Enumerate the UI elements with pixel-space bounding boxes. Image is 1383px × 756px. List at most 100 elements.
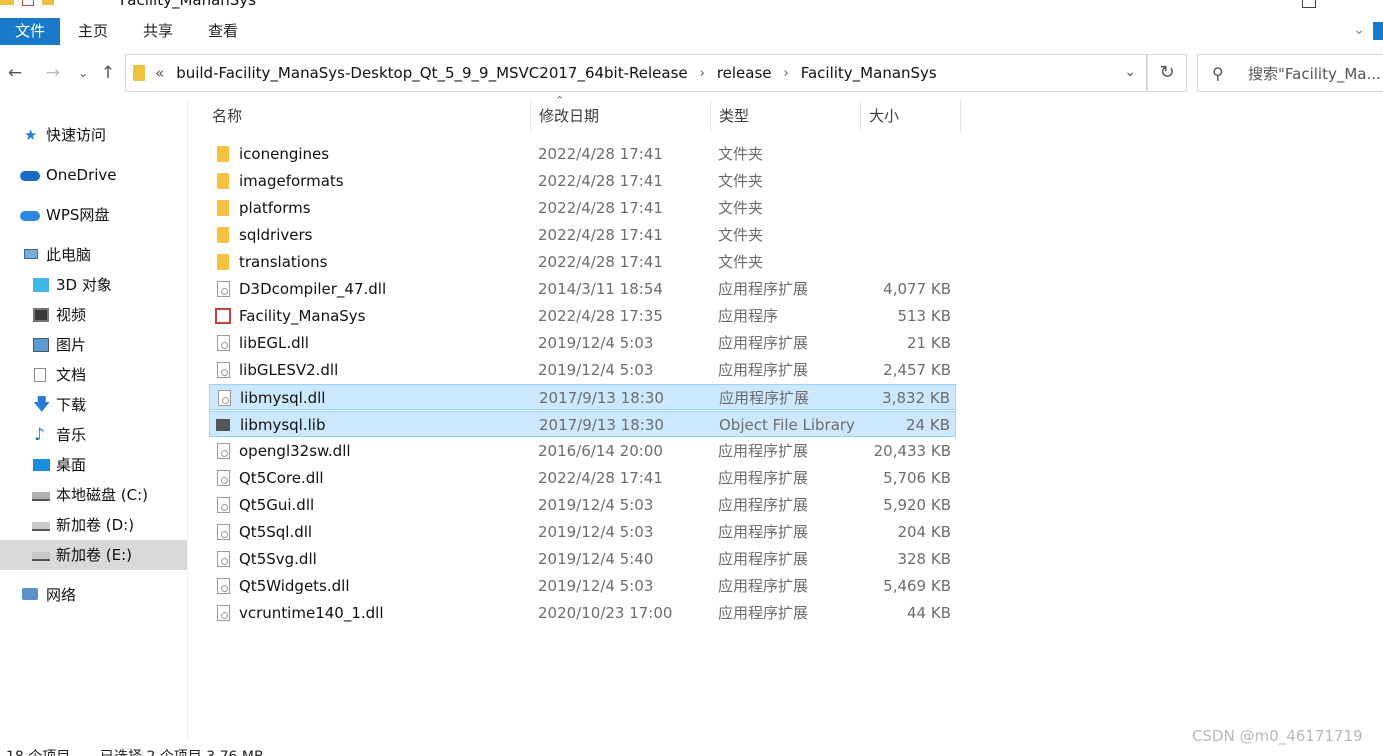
maximize-icon[interactable] <box>1302 0 1316 8</box>
nav-videos[interactable]: 视频 <box>0 300 187 330</box>
file-type: 应用程序 <box>718 307 779 325</box>
file-size: 5,469 KB <box>883 577 951 595</box>
search-box[interactable]: ⚲ 搜索"Facility_Ma... <box>1197 54 1383 92</box>
tab-file[interactable]: 文件 <box>0 18 60 45</box>
file-row-selected[interactable]: libmysql.lib 2017/9/13 18:30 Object File… <box>209 411 956 437</box>
refresh-icon: ↻ <box>1159 62 1175 83</box>
file-row[interactable]: imageformats 2022/4/28 17:41 文件夹 <box>209 168 956 194</box>
column-header-name[interactable]: 名称 <box>204 100 531 132</box>
file-type: 应用程序扩展 <box>718 523 809 541</box>
dll-file-icon <box>217 551 230 567</box>
back-arrow-icon[interactable]: ← <box>4 62 26 84</box>
chevron-right-icon[interactable]: › <box>700 66 705 81</box>
column-header-label: 修改日期 <box>539 107 600 125</box>
file-name: D3Dcompiler_47.dll <box>239 280 387 298</box>
file-row[interactable]: Facility_ManaSys 2022/4/28 17:35 应用程序 51… <box>209 303 956 329</box>
file-type: 应用程序扩展 <box>718 442 809 460</box>
file-size: 5,706 KB <box>883 469 951 487</box>
quick-access-toolbar <box>0 0 54 6</box>
folder-icon <box>133 65 145 81</box>
cube-icon <box>33 278 49 292</box>
file-row[interactable]: Qt5Sql.dll 2019/12/4 5:03 应用程序扩展 204 KB <box>209 519 956 545</box>
pane-divider[interactable] <box>187 100 188 740</box>
new-folder-icon[interactable] <box>42 0 54 5</box>
breadcrumb-build[interactable]: build-Facility_ManaSys-Desktop_Qt_5_9_9_… <box>176 64 687 82</box>
file-name: iconengines <box>239 145 330 163</box>
file-row[interactable]: sqldrivers 2022/4/28 17:41 文件夹 <box>209 222 956 248</box>
column-header-type[interactable]: 类型 <box>711 100 861 132</box>
expand-ribbon-icon[interactable]: ⌄ <box>1353 22 1365 38</box>
nav-network[interactable]: 网络 <box>0 580 187 610</box>
forward-arrow-icon[interactable]: → <box>42 62 64 84</box>
nav-3d-objects[interactable]: 3D 对象 <box>0 270 187 300</box>
nav-wps-drive[interactable]: WPS网盘 <box>0 200 187 230</box>
tab-home[interactable]: 主页 <box>62 18 124 45</box>
dll-file-icon <box>217 362 230 378</box>
nav-downloads[interactable]: 🡇 下载 <box>0 390 187 420</box>
dll-file-icon <box>217 470 230 486</box>
file-row[interactable]: translations 2022/4/28 17:41 文件夹 <box>209 249 956 275</box>
file-type: 文件夹 <box>718 253 764 271</box>
file-row[interactable]: iconengines 2022/4/28 17:41 文件夹 <box>209 141 956 167</box>
breadcrumb-current[interactable]: Facility_MananSys <box>801 64 937 82</box>
file-row[interactable]: Qt5Gui.dll 2019/12/4 5:03 应用程序扩展 5,920 K… <box>209 492 956 518</box>
file-row[interactable]: vcruntime140_1.dll 2020/10/23 17:00 应用程序… <box>209 600 956 626</box>
file-row[interactable]: D3Dcompiler_47.dll 2014/3/11 18:54 应用程序扩… <box>209 276 956 302</box>
navigation-row: ← → ⌄ ↑ « build-Facility_ManaSys-Desktop… <box>0 54 1383 94</box>
nav-onedrive[interactable]: OneDrive <box>0 160 187 190</box>
column-header-label: 类型 <box>719 107 750 125</box>
cloud-icon <box>20 171 40 181</box>
nav-drive-c[interactable]: 本地磁盘 (C:) <box>0 480 187 510</box>
up-arrow-icon[interactable]: ↑ <box>97 62 119 84</box>
nav-music[interactable]: ♪ 音乐 <box>0 420 187 450</box>
nav-this-pc[interactable]: 此电脑 <box>0 240 187 270</box>
refresh-button[interactable]: ↻ <box>1147 54 1187 92</box>
tab-view[interactable]: 查看 <box>192 18 254 45</box>
computer-icon <box>24 249 38 259</box>
desktop-icon <box>33 459 50 471</box>
file-name: imageformats <box>239 172 344 190</box>
search-icon: ⚲ <box>1212 63 1224 83</box>
file-row[interactable]: Qt5Widgets.dll 2019/12/4 5:03 应用程序扩展 5,4… <box>209 573 956 599</box>
file-size: 20,433 KB <box>873 442 951 460</box>
file-type: 应用程序扩展 <box>718 469 809 487</box>
tab-share[interactable]: 共享 <box>126 18 190 45</box>
column-header-label: 大小 <box>869 107 900 125</box>
file-type: 应用程序扩展 <box>718 496 809 514</box>
file-date: 2022/4/28 17:41 <box>538 199 663 217</box>
file-row-selected[interactable]: libmysql.dll 2017/9/13 18:30 应用程序扩展 3,83… <box>209 384 956 410</box>
column-divider[interactable] <box>960 100 961 132</box>
file-name: vcruntime140_1.dll <box>239 604 384 622</box>
nav-drive-e[interactable]: 新加卷 (E:) <box>0 540 187 570</box>
file-row[interactable]: Qt5Svg.dll 2019/12/4 5:40 应用程序扩展 328 KB <box>209 546 956 572</box>
file-row[interactable]: libGLESV2.dll 2019/12/4 5:03 应用程序扩展 2,45… <box>209 357 956 383</box>
address-bar[interactable]: « build-Facility_ManaSys-Desktop_Qt_5_9_… <box>125 54 1147 92</box>
file-row[interactable]: Qt5Core.dll 2022/4/28 17:41 应用程序扩展 5,706… <box>209 465 956 491</box>
nav-quick-access[interactable]: ★ 快速访问 <box>0 120 187 150</box>
file-type: 应用程序扩展 <box>718 550 809 568</box>
nav-drive-d[interactable]: 新加卷 (D:) <box>0 510 187 540</box>
nav-documents[interactable]: 文档 <box>0 360 187 390</box>
address-dropdown-icon[interactable]: ⌄ <box>1124 64 1136 80</box>
drive-icon <box>32 492 50 501</box>
selection-info: 已选择 2 个项目 3.76 MB <box>100 746 264 756</box>
navigation-pane: ★ 快速访问 OneDrive WPS网盘 此电脑 3D 对象 视频 图片 文档… <box>0 100 187 740</box>
column-header-date[interactable]: 修改日期 <box>531 100 711 132</box>
nav-label: 图片 <box>56 336 87 354</box>
breadcrumb-release[interactable]: release <box>717 64 772 82</box>
search-input[interactable]: 搜索"Facility_Ma... <box>1248 63 1381 84</box>
help-icon[interactable] <box>1373 22 1383 40</box>
properties-icon[interactable] <box>22 0 34 6</box>
column-header-size[interactable]: 大小 <box>861 100 961 132</box>
dll-file-icon <box>217 524 230 540</box>
file-name: opengl32sw.dll <box>239 442 351 460</box>
file-row[interactable]: libEGL.dll 2019/12/4 5:03 应用程序扩展 21 KB <box>209 330 956 356</box>
chevron-right-icon[interactable]: › <box>784 66 789 81</box>
nav-pictures[interactable]: 图片 <box>0 330 187 360</box>
file-row[interactable]: platforms 2022/4/28 17:41 文件夹 <box>209 195 956 221</box>
recent-locations-chevron-icon[interactable]: ⌄ <box>72 62 94 84</box>
overflow-chevron-icon[interactable]: « <box>155 64 164 82</box>
file-row[interactable]: opengl32sw.dll 2016/6/14 20:00 应用程序扩展 20… <box>209 438 956 464</box>
file-size: 21 KB <box>907 334 951 352</box>
nav-desktop[interactable]: 桌面 <box>0 450 187 480</box>
